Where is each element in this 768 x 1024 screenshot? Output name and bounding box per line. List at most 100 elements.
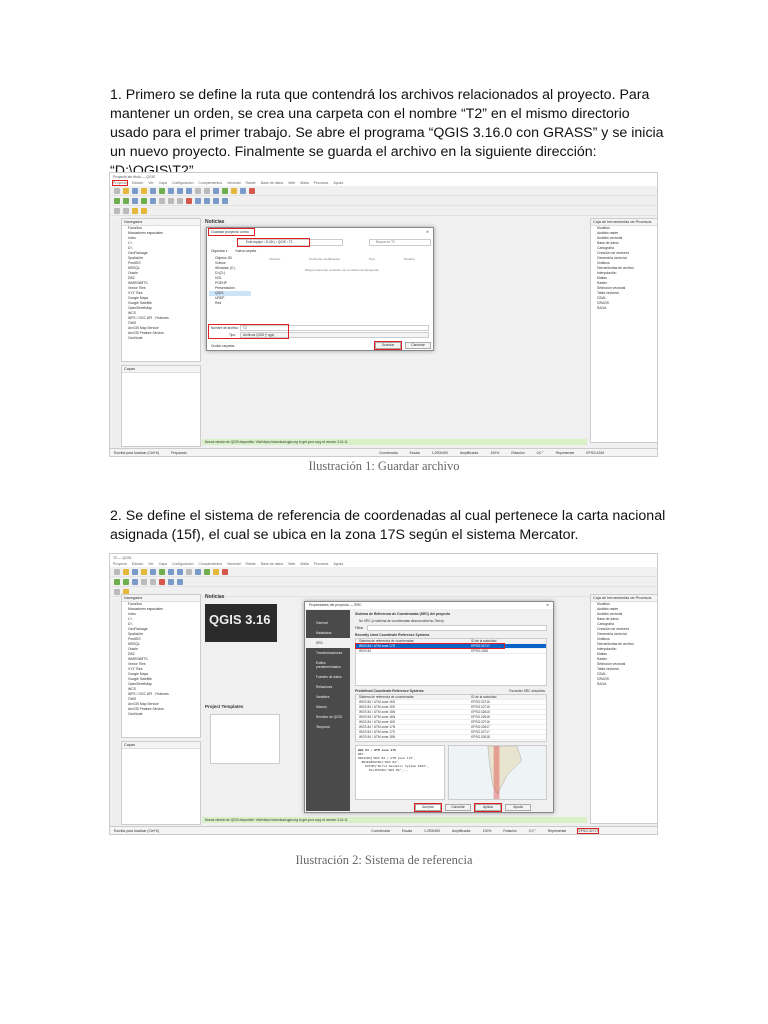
menu-item[interactable]: Vectorial xyxy=(227,181,240,185)
menu-item[interactable]: Malla xyxy=(300,562,308,566)
menu-item[interactable]: Edición xyxy=(132,562,143,566)
save-project-dialog: Guardar proyecto como ✕ Este equipo › D:\… xyxy=(206,227,434,351)
menu-item[interactable]: Web xyxy=(288,181,295,185)
browser-panel: Navegador Favoritos Marcadores espaciales… xyxy=(121,594,201,738)
toolbar xyxy=(110,186,657,196)
crs-id: EPSG:4326 xyxy=(471,649,489,653)
figure-2-caption: Ilustración 2: Sistema de referencia xyxy=(295,853,473,867)
crs-row[interactable]: WGS 84 EPSG:4326 xyxy=(356,649,546,654)
toolbox-item[interactable]: SAGA xyxy=(591,306,657,311)
close-icon[interactable]: ✕ xyxy=(546,603,549,608)
empty-message: Ningún elemento coincide con el criterio… xyxy=(304,268,380,272)
sidebar-item[interactable]: Transformaciones xyxy=(306,648,350,658)
new-folder-button[interactable]: Nueva carpeta xyxy=(235,249,256,253)
no-crs-checkbox[interactable]: No SRC (o sistema de coordenadas descono… xyxy=(359,619,444,623)
help-button[interactable]: Ayuda xyxy=(505,804,531,811)
crs-id: EPSG:32616 xyxy=(471,715,490,719)
sidebar-item[interactable]: Fuentes de datos xyxy=(306,672,350,682)
close-icon[interactable]: ✕ xyxy=(426,230,429,234)
menu-item[interactable]: Complementos xyxy=(199,562,223,566)
toolbox-panel: Caja de herramientas de Procesos Modelos… xyxy=(590,594,657,824)
menu-item[interactable]: Procesos xyxy=(314,562,329,566)
crs-name: WGS 84 / UTM zone 17S xyxy=(359,730,395,734)
menu-item[interactable]: Configuración xyxy=(172,562,194,566)
crs-status-button[interactable]: EPSG:32717 xyxy=(577,827,600,834)
crs-id: EPSG:32715 xyxy=(471,705,490,709)
wkt-panel: WGS 84 / UTM zone 17S WKT PROJCRS["WGS 8… xyxy=(355,745,445,800)
crs-extent-map xyxy=(448,745,547,800)
organize-button[interactable]: Organizar ▾ xyxy=(211,249,227,253)
menu-item[interactable]: Complementos xyxy=(199,181,223,185)
menu-item[interactable]: Ayuda xyxy=(333,562,343,566)
crs-id: EPSG:32618 xyxy=(471,735,490,739)
menu-item[interactable]: Ver xyxy=(148,562,153,566)
figure-1-caption: Ilustración 1: Guardar archivo xyxy=(308,459,460,473)
menu-item[interactable]: Base de datos xyxy=(261,181,283,185)
menu-item[interactable]: Web xyxy=(288,562,295,566)
menu-item[interactable]: Ver xyxy=(148,181,153,185)
crs-name: WGS 84 / UTM zone 18N xyxy=(359,735,396,739)
column-header[interactable]: Fecha de modificación xyxy=(309,257,340,261)
menu-item[interactable]: Capa xyxy=(159,562,167,566)
layers-panel: Capas xyxy=(121,365,201,447)
menu-item[interactable]: Ráster xyxy=(246,181,256,185)
status-bar: Escriba para localizar (Ctrl+K) Preparad… xyxy=(110,448,657,456)
menu-item[interactable]: Vectorial xyxy=(227,562,240,566)
search-field[interactable]: Buscar en T2 xyxy=(369,239,431,246)
project-properties-dialog: Propiedades del proyecto — SRC ✕ General M… xyxy=(304,601,554,813)
cancel-button[interactable]: Cancelar xyxy=(405,342,431,349)
hide-folders-toggle[interactable]: Ocultar carpetas xyxy=(211,344,234,348)
menu-item[interactable]: Ayuda xyxy=(333,181,343,185)
sidebar-item[interactable]: Macros xyxy=(306,702,350,712)
menu-item[interactable]: Base de datos xyxy=(261,562,283,566)
sidebar-item[interactable]: SRC xyxy=(306,638,350,648)
sidebar-item[interactable]: Estilos predeterminados xyxy=(306,658,350,672)
sidebar-item[interactable]: Temporal xyxy=(306,722,350,732)
sidebar-item[interactable]: General xyxy=(306,618,350,628)
hide-deprecated-checkbox[interactable]: Esconder SRC obsoletos xyxy=(509,689,545,693)
column-header[interactable]: Nombre xyxy=(269,257,280,261)
menu-item[interactable]: Ráster xyxy=(246,562,256,566)
crs-name: WGS 84 / UTM zone 16S xyxy=(359,720,395,724)
window-title: Proyecto sin título — QGIS xyxy=(110,173,657,180)
menu-item[interactable]: Capa xyxy=(159,181,167,185)
figure-1-screenshot: Proyecto sin título — QGIS Proyecto Edici… xyxy=(109,172,658,457)
crs-name: WGS 84 / UTM zone 15N xyxy=(359,710,396,714)
sidebar-item[interactable]: Servidor de QGIS xyxy=(306,712,350,722)
column-header[interactable]: Tamaño xyxy=(404,257,415,261)
crs-id: EPSG:32716 xyxy=(471,700,490,704)
sidebar-item[interactable]: Variables xyxy=(306,692,350,702)
update-notice[interactable]: Nueva versión de QGIS disponible: Visit … xyxy=(202,439,587,445)
toolbar xyxy=(110,206,657,216)
crs-row[interactable]: WGS 84 / UTM zone 18N EPSG:32618 xyxy=(356,735,546,740)
crs-id: EPSG:32716 xyxy=(471,720,490,724)
window-title: T2 — QGIS xyxy=(110,554,657,561)
toolbox-item[interactable]: SAGA xyxy=(591,682,657,687)
menu-item[interactable]: Edición xyxy=(132,181,143,185)
cancel-button[interactable]: Cancelar xyxy=(445,804,471,811)
menu-item[interactable]: Proyecto xyxy=(112,180,128,186)
menu-item[interactable]: Proyecto xyxy=(113,562,127,566)
qgis-banner: QGIS 3.16 xyxy=(205,604,277,642)
filter-input[interactable] xyxy=(367,625,547,631)
predefined-crs-table: Sistema de referencia de coordenadas ID d… xyxy=(355,694,547,742)
menu-item[interactable]: Procesos xyxy=(314,181,329,185)
sidebar-item[interactable]: Relaciones xyxy=(306,682,350,692)
crs-name: WGS 84 / UTM zone 16N xyxy=(359,715,396,719)
folder-item[interactable]: Red xyxy=(209,301,251,306)
toolbar xyxy=(110,196,657,206)
layer-toolbar xyxy=(110,218,120,448)
news-title: Noticias xyxy=(205,219,225,225)
browser-item[interactable]: GeoNode xyxy=(122,712,200,717)
browser-panel: Navegador Favoritos Marcadores espaciales… xyxy=(121,218,201,362)
figure-2-screenshot: T2 — QGIS Proyecto Edición Ver Capa Configur… xyxy=(109,553,658,835)
sidebar-item[interactable]: Metadatos xyxy=(306,628,350,638)
browser-item[interactable]: GeoNode xyxy=(122,336,200,341)
crs-name: WGS 84 / UTM zone 16S xyxy=(359,700,395,704)
column-header[interactable]: Tipo xyxy=(369,257,375,261)
menu-item[interactable]: Configuración xyxy=(172,181,194,185)
locator-search[interactable]: Escriba para localizar (Ctrl+K) xyxy=(114,451,159,455)
template-thumbnail[interactable] xyxy=(210,714,280,764)
crs-id: EPSG:32717 xyxy=(471,730,490,734)
menu-item[interactable]: Malla xyxy=(300,181,308,185)
